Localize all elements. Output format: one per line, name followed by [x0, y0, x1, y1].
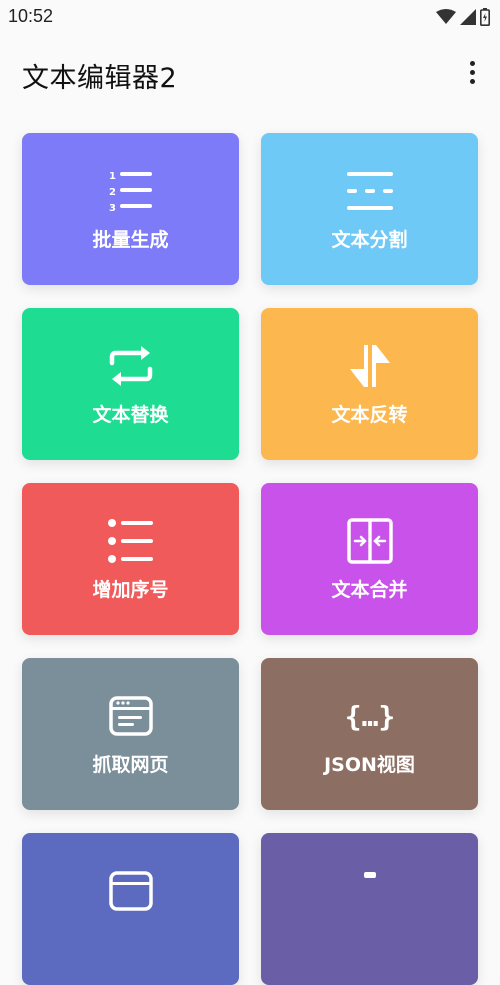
- svg-text:3: 3: [109, 203, 116, 214]
- tool-card[interactable]: [261, 833, 478, 985]
- json-view-card[interactable]: {…} JSON视图: [261, 658, 478, 810]
- app-title: 文本编辑器2: [22, 63, 178, 94]
- svg-text:{…}: {…}: [347, 700, 393, 733]
- merge-icon: [346, 517, 394, 565]
- card-label: 增加序号: [92, 579, 169, 601]
- svg-text:2: 2: [109, 187, 116, 198]
- text-split-card[interactable]: 文本分割: [261, 133, 478, 285]
- more-vert-dot: [469, 69, 475, 75]
- app-bar: 文本编辑器2: [0, 34, 500, 114]
- card-label: JSON视图: [324, 754, 415, 776]
- reverse-arrows-icon: [346, 342, 394, 390]
- text-merge-card[interactable]: 文本合并: [261, 483, 478, 635]
- card-label: 文本分割: [331, 229, 408, 251]
- add-numbering-card[interactable]: 增加序号: [22, 483, 239, 635]
- split-lines-icon: [346, 167, 394, 215]
- json-braces-icon: {…}: [346, 692, 394, 740]
- status-bar: 10:52: [0, 0, 500, 34]
- numbered-list-icon: 1 2 3: [107, 167, 155, 215]
- more-vert-dot: [469, 78, 475, 84]
- fetch-webpage-card[interactable]: 抓取网页: [22, 658, 239, 810]
- card-label: 批量生成: [92, 229, 169, 251]
- card-label: 文本反转: [331, 404, 408, 426]
- card-label: 抓取网页: [92, 754, 169, 776]
- text-reverse-card[interactable]: 文本反转: [261, 308, 478, 460]
- battery-icon: [480, 8, 490, 26]
- window-tool-card[interactable]: [22, 833, 239, 985]
- browser-window-icon: [107, 692, 155, 740]
- batch-generate-card[interactable]: 1 2 3 批量生成: [22, 133, 239, 285]
- card-label: 文本替换: [92, 404, 169, 426]
- bullet-list-icon: [107, 517, 155, 565]
- window-icon: [107, 867, 155, 915]
- wifi-icon: [436, 9, 456, 24]
- more-options-button[interactable]: [458, 54, 486, 90]
- unknown-icon: [346, 867, 394, 915]
- signal-icon: [460, 9, 476, 25]
- status-icons: [436, 8, 490, 26]
- card-label: 文本合并: [331, 579, 408, 601]
- swap-arrows-icon: [107, 342, 155, 390]
- status-time: 10:52: [8, 6, 54, 26]
- more-vert-icon: [469, 60, 475, 66]
- svg-text:1: 1: [109, 171, 116, 182]
- text-replace-card[interactable]: 文本替换: [22, 308, 239, 460]
